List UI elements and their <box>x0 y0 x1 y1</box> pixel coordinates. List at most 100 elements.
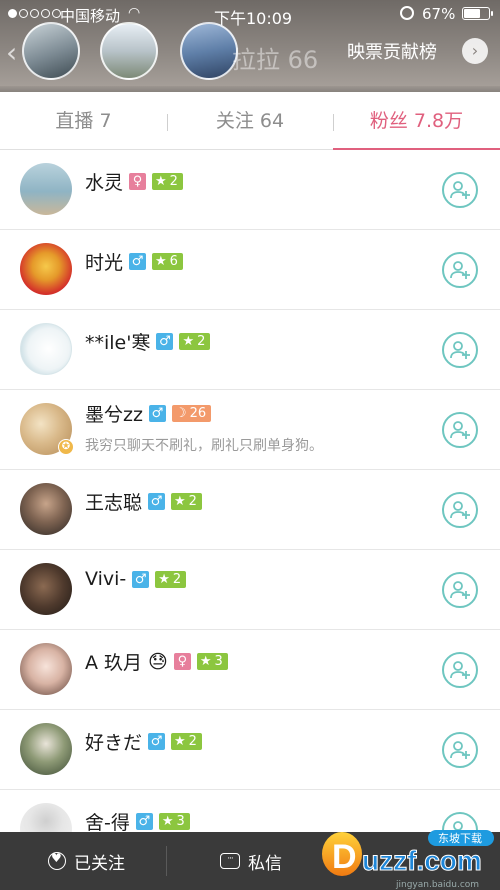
level-badge: ★ 2 <box>179 333 211 350</box>
add-follow-button[interactable] <box>442 332 478 368</box>
wifi-icon: ◠ <box>128 5 141 21</box>
battery-percent: 67% <box>422 5 456 23</box>
level-badge: ★ 2 <box>171 733 202 750</box>
orientation-lock-icon <box>400 6 414 20</box>
male-icon: ♂ <box>132 570 150 588</box>
tab-fans[interactable]: 粉丝 7.8万 <box>333 92 500 150</box>
profile-header: 中国移动 ◠ 下午10:09 67% ‹ 拉拉 66 映票贡献榜 › <box>0 0 500 92</box>
avatar[interactable] <box>20 163 72 215</box>
status-bar: 中国移动 ◠ 下午10:09 67% <box>0 0 500 28</box>
heart-icon <box>48 851 66 870</box>
male-icon: ♂ <box>129 253 147 270</box>
fan-row[interactable]: **ile'寒 ♂ ★ 2 <box>0 310 500 390</box>
battery-icon <box>462 7 493 20</box>
add-follow-button[interactable] <box>442 732 478 768</box>
male-icon: ♂ <box>148 405 166 422</box>
moon-icon: ☽ <box>174 406 187 421</box>
add-follow-button[interactable] <box>442 252 478 288</box>
avatar[interactable] <box>20 243 72 295</box>
carrier-name: 中国移动 <box>60 7 121 25</box>
fan-row[interactable]: 好きだ ♂ ★ 2 <box>0 710 500 790</box>
avatar[interactable] <box>20 323 72 375</box>
uzzf-watermark-logo: D 东坡下载 uzzf.com <box>322 830 494 877</box>
male-icon: ♂ <box>148 493 166 510</box>
fan-row[interactable]: Vivi- ♂ ★ 2 <box>0 550 500 630</box>
chevron-right-icon[interactable]: › <box>462 38 488 64</box>
avatar[interactable] <box>20 723 72 775</box>
fan-list[interactable]: 水灵 ♀ ★ 2 时光 ♂ ★ 6 **ile'寒 ♂ ★ 2 ✪ 墨兮zz ♂… <box>0 150 500 870</box>
emoji-icon: 😓 <box>148 650 168 673</box>
back-chevron-icon[interactable]: ‹ <box>6 36 17 69</box>
avatar[interactable] <box>20 563 72 615</box>
private-message-label: 私信 <box>248 853 282 874</box>
add-follow-button[interactable] <box>442 572 478 608</box>
fan-row[interactable]: 时光 ♂ ★ 6 <box>0 230 500 310</box>
tab-live[interactable]: 直播 7 <box>0 92 167 150</box>
fan-name: 舍-得 <box>85 812 130 834</box>
contributor-avatar[interactable] <box>100 22 158 80</box>
level-badge: ★ 2 <box>155 570 187 588</box>
add-user-icon <box>450 341 470 359</box>
vip-crown-icon: ✪ <box>58 439 74 455</box>
fan-name: 好きだ <box>85 732 143 754</box>
star-icon: ★ <box>158 571 170 587</box>
fan-row[interactable]: 王志聪 ♂ ★ 2 <box>0 470 500 550</box>
profile-tabs: 直播 7 关注 64 粉丝 7.8万 <box>0 92 500 150</box>
add-user-icon <box>450 741 470 759</box>
fan-name: Vivi- <box>85 568 127 590</box>
bottom-bar-divider <box>166 846 167 876</box>
male-icon: ♂ <box>148 733 166 750</box>
add-follow-button[interactable] <box>442 652 478 688</box>
watermark-url: jingyan.baidu.com <box>396 880 480 890</box>
male-icon: ♂ <box>135 813 153 830</box>
add-follow-button[interactable] <box>442 492 478 528</box>
star-icon: ★ <box>155 174 167 189</box>
contributor-avatar[interactable] <box>180 22 238 80</box>
followed-button[interactable]: 已关注 <box>48 832 125 890</box>
add-follow-button[interactable] <box>442 412 478 448</box>
tab-following[interactable]: 关注 64 <box>167 92 333 150</box>
star-icon: ★ <box>174 494 186 509</box>
svg-text:uzzf.com: uzzf.com <box>362 845 482 876</box>
add-user-icon <box>450 581 470 599</box>
male-icon: ♂ <box>156 333 174 350</box>
fan-name: 水灵 <box>85 172 124 194</box>
signal-strength-icon <box>8 9 61 18</box>
avatar[interactable] <box>20 643 72 695</box>
level-badge: ★ 3 <box>196 653 228 670</box>
contribution-ranking-link[interactable]: 映票贡献榜 <box>347 38 437 64</box>
level-badge: ☽ 26 <box>171 405 212 422</box>
fan-row[interactable]: 水灵 ♀ ★ 2 <box>0 150 500 230</box>
fan-row[interactable]: ✪ 墨兮zz ♂ ☽ 26 我穷只聊天不刷礼，刷礼只刷单身狗。 <box>0 390 500 470</box>
add-user-icon <box>450 261 470 279</box>
add-user-icon <box>450 181 470 199</box>
header-ghost-title: 拉拉 66 <box>232 46 319 74</box>
avatar[interactable] <box>20 483 72 535</box>
star-icon: ★ <box>155 254 167 269</box>
add-user-icon <box>450 501 470 519</box>
fan-signature: 我穷只聊天不刷礼，刷礼只刷单身狗。 <box>85 438 323 454</box>
level-badge: ★ 2 <box>171 493 202 510</box>
level-badge: ★ 3 <box>158 813 190 830</box>
star-icon: ★ <box>174 734 186 749</box>
private-message-button[interactable]: ··· 私信 <box>220 832 282 890</box>
fan-name: A 玖月 <box>85 652 143 674</box>
status-time: 下午10:09 <box>214 9 293 28</box>
level-badge: ★ 6 <box>152 253 183 270</box>
contributor-avatar[interactable] <box>22 22 80 80</box>
star-icon: ★ <box>199 654 212 669</box>
star-icon: ★ <box>161 814 174 829</box>
add-follow-button[interactable] <box>442 172 478 208</box>
fan-name: **ile'寒 <box>85 332 151 354</box>
fan-row[interactable]: A 玖月 😓 ♀ ★ 3 <box>0 630 500 710</box>
add-user-icon <box>450 661 470 679</box>
svg-text:东坡下载: 东坡下载 <box>438 832 482 845</box>
followed-label: 已关注 <box>74 853 125 874</box>
female-icon: ♀ <box>173 653 191 670</box>
fan-name: 王志聪 <box>85 492 143 514</box>
level-badge: ★ 2 <box>152 173 183 190</box>
chat-icon: ··· <box>220 853 240 869</box>
add-user-icon <box>450 421 470 439</box>
fan-name: 墨兮zz <box>85 404 143 426</box>
svg-text:D: D <box>332 838 357 876</box>
